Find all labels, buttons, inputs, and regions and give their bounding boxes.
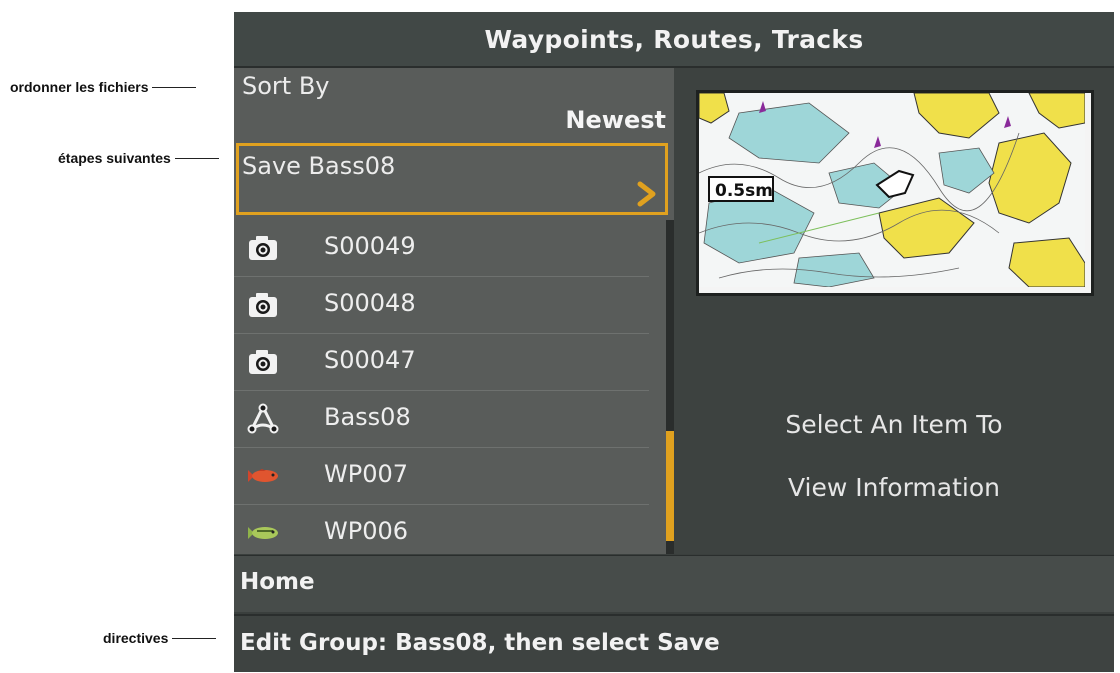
directive-bar: Edit Group: Bass08, then select Save (234, 614, 1114, 672)
callout-leader-line (174, 157, 219, 159)
scrollbar-thumb[interactable] (666, 431, 674, 541)
list-item-name: WP006 (324, 517, 409, 545)
info-panel: 0.5sm Select An Item To View Information (674, 68, 1114, 554)
red-fish-icon (248, 469, 278, 482)
list-item[interactable]: S00047 (234, 334, 649, 391)
camera-icon (249, 293, 277, 317)
info-line-1: Select An Item To (785, 410, 1003, 439)
directive-text: Edit Group: Bass08, then select Save (240, 630, 720, 656)
list-item-name: S00048 (324, 289, 416, 317)
chevron-right-icon (637, 181, 656, 207)
sort-callout-text: ordonner les fichiers (10, 79, 149, 95)
list-item-name: Bass08 (324, 403, 411, 431)
sort-callout: ordonner les fichiers (10, 77, 197, 97)
info-line-2: View Information (788, 473, 1000, 502)
callout-leader-line (152, 86, 197, 88)
sort-by-label: Sort By (242, 72, 330, 100)
list-item[interactable]: WP006 (234, 505, 649, 561)
sort-by-value: Newest (565, 106, 666, 134)
list-item-name: S00049 (324, 232, 416, 260)
list-item[interactable]: Bass08 (234, 391, 649, 448)
page-title: Waypoints, Routes, Tracks (484, 24, 864, 54)
directives-callout: directives (103, 628, 217, 648)
chart-map-image: 0.5sm (699, 93, 1086, 288)
list-item[interactable]: S00049 (234, 220, 649, 277)
list-item-name: WP007 (324, 460, 409, 488)
steps-callout-text: étapes suivantes (58, 150, 171, 166)
steps-callout: étapes suivantes (58, 148, 219, 168)
list-item[interactable]: S00048 (234, 277, 649, 334)
camera-icon (249, 350, 277, 374)
chart-preview: 0.5sm (696, 90, 1094, 296)
camera-icon (249, 236, 277, 260)
home-breadcrumb[interactable]: Home (234, 555, 1114, 612)
map-scale-label: 0.5sm (715, 181, 773, 201)
sort-by-menu[interactable]: Sort By Newest (234, 68, 674, 136)
list-item[interactable]: WP007 (234, 448, 649, 505)
device-screen: Waypoints, Routes, Tracks Sort By Newest… (234, 12, 1114, 672)
save-group-label: Save Bass08 (242, 152, 396, 180)
home-label: Home (240, 569, 315, 595)
title-bar: Waypoints, Routes, Tracks (234, 12, 1114, 68)
green-fish-icon (248, 527, 278, 539)
directives-callout-text: directives (103, 630, 169, 646)
item-list-panel: Sort By Newest Save Bass08 S00049 S00048… (234, 68, 674, 554)
route-group-icon (247, 403, 279, 434)
list-item-name: S00047 (324, 346, 416, 374)
save-group-button[interactable]: Save Bass08 (236, 143, 668, 215)
callout-leader-line (172, 637, 217, 639)
